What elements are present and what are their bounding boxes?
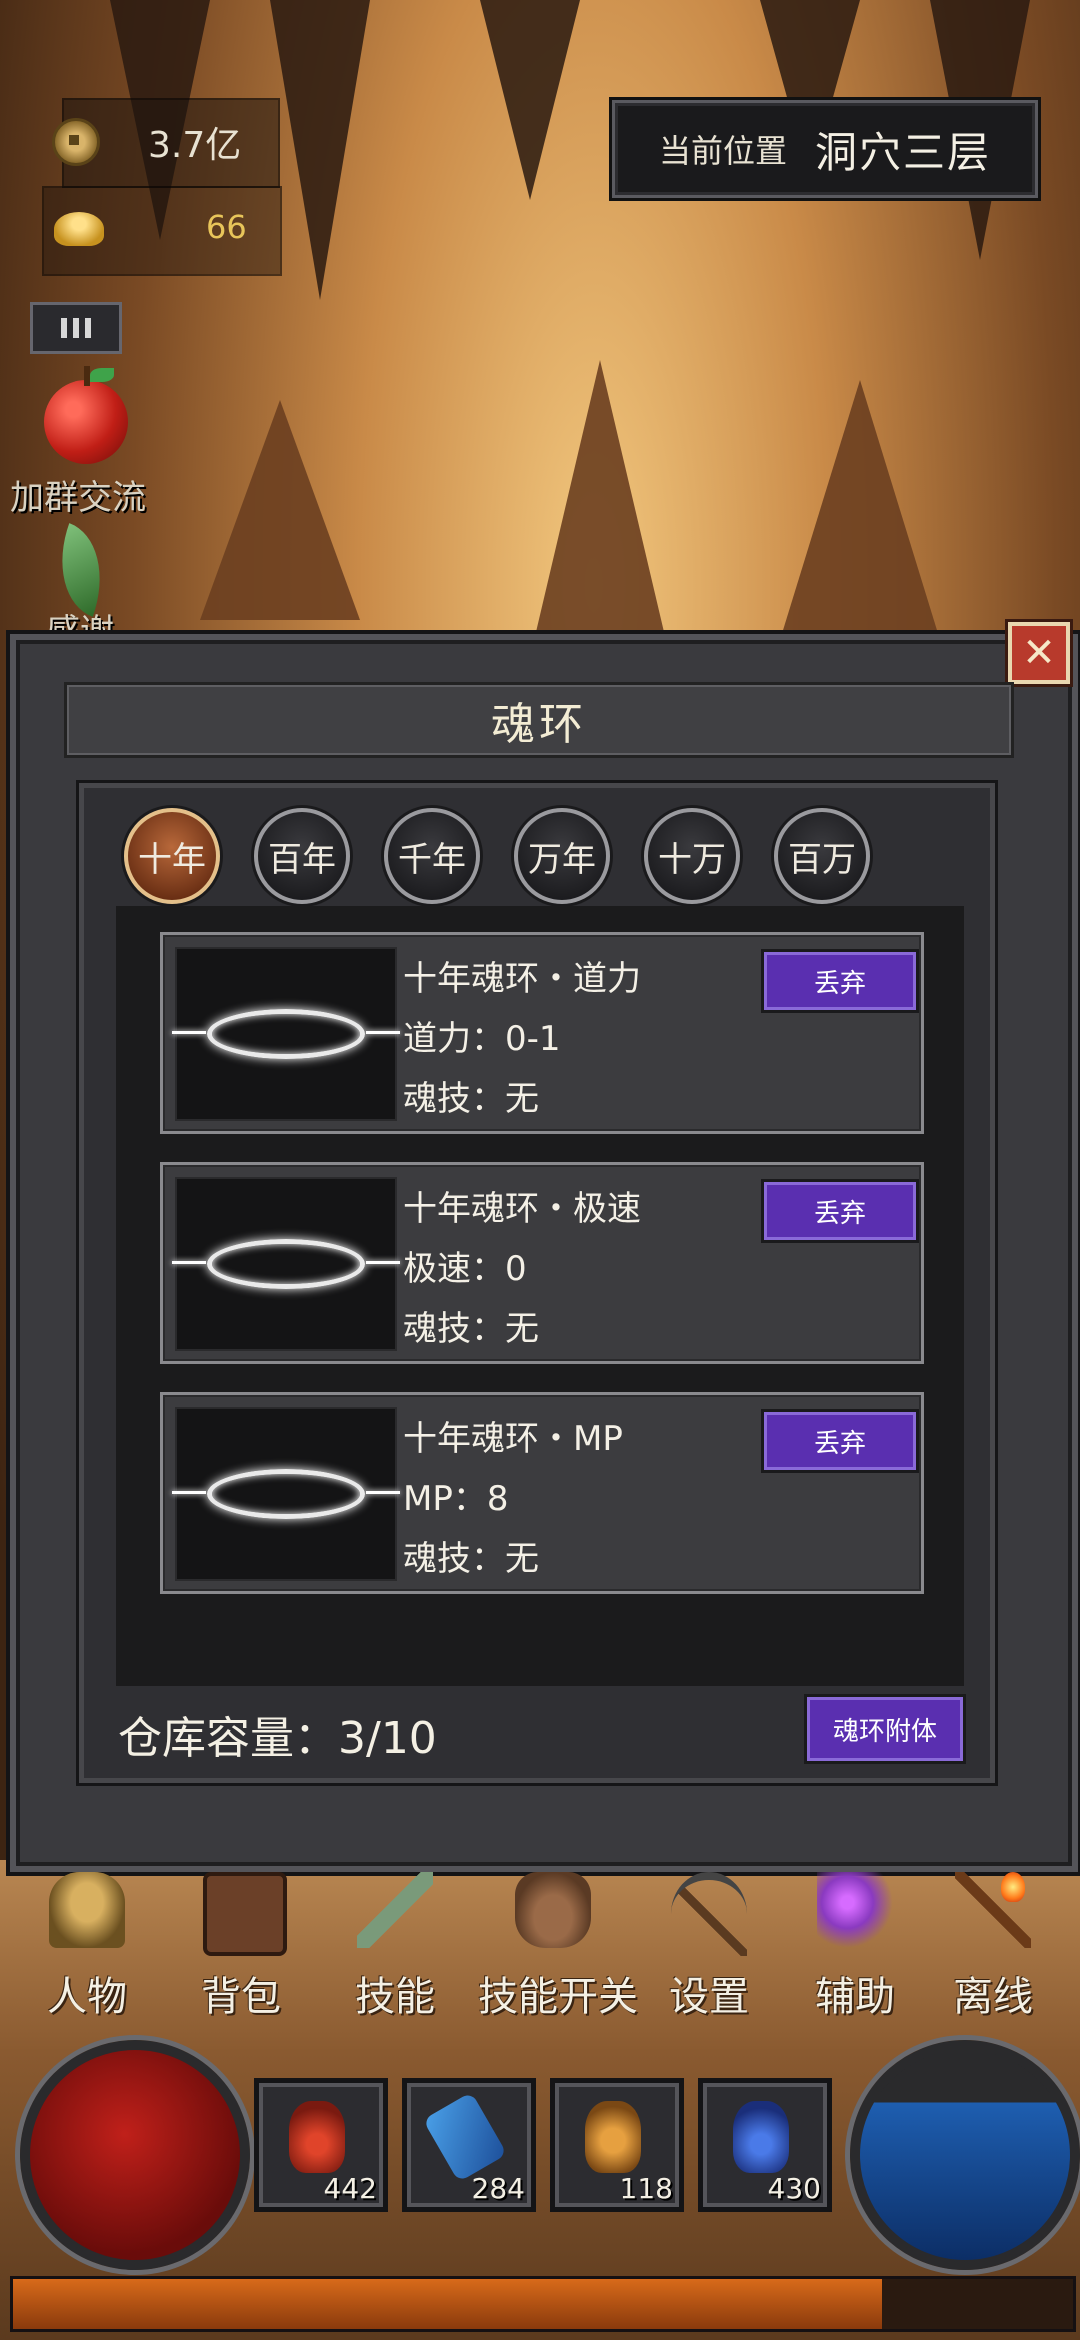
location-value: 洞穴三层 [815, 127, 992, 177]
panel-title: 魂环 [64, 682, 1014, 758]
tab-ten-years[interactable]: 十年 [124, 808, 220, 904]
discard-button[interactable]: 丢弃 [761, 949, 919, 1013]
slot-count: 430 [767, 2172, 821, 2205]
nav-skills[interactable]: 技能 [320, 1868, 470, 2020]
nav-label: 技能开关 [478, 1974, 638, 2020]
quick-slot[interactable]: 284 [402, 2078, 536, 2212]
glove-icon [515, 1872, 591, 1948]
location-display: 当前位置 洞穴三层 [612, 100, 1038, 198]
location-label: 当前位置 [658, 132, 787, 170]
slot-count: 284 [471, 2172, 525, 2205]
magic-hand-icon [817, 1872, 893, 1948]
discard-button[interactable]: 丢弃 [761, 1409, 919, 1473]
red-potion-icon [289, 2101, 345, 2173]
nav-offline[interactable]: 离线 [918, 1868, 1068, 2020]
coin-icon [52, 118, 100, 166]
chest-icon [203, 1872, 287, 1956]
ring-skill: 魂技：无 [403, 1539, 539, 1579]
nav-character[interactable]: 人物 [12, 1868, 162, 2020]
nav-label: 设置 [669, 1974, 749, 2020]
ring-title: 十年魂环・极速 [403, 1189, 641, 1229]
quick-slot[interactable]: 442 [254, 2078, 388, 2212]
ring-image [172, 947, 400, 1121]
menu-bar-icon [61, 318, 67, 338]
close-button[interactable]: ✕ [1008, 622, 1070, 684]
nav-label: 离线 [953, 1974, 1033, 2020]
nav-label: 技能 [355, 1974, 435, 2020]
axe-icon [357, 1872, 433, 1948]
gold-amount: 66 [206, 208, 247, 246]
quick-slot[interactable]: 430 [698, 2078, 832, 2212]
slot-count: 442 [323, 2172, 377, 2205]
hp-orb [20, 2040, 250, 2270]
copper-amount: 3.7亿 [148, 125, 242, 166]
nav-skill-toggle[interactable]: 技能开关 [478, 1868, 638, 2020]
tab-hundred-thousand-years[interactable]: 十万 [644, 808, 740, 904]
nav-label: 背包 [201, 1974, 281, 2020]
slot-count: 118 [619, 2172, 673, 2205]
nav-backpack[interactable]: 背包 [166, 1868, 316, 2020]
ring-skill: 魂技：无 [403, 1309, 539, 1349]
menu-bar-icon [73, 318, 79, 338]
soul-ring-icon [172, 1009, 400, 1059]
gold-flask-icon [585, 2101, 641, 2173]
ring-title: 十年魂环・MP [403, 1419, 623, 1459]
close-icon: ✕ [1022, 630, 1056, 676]
rock-spire [200, 400, 360, 620]
ring-card: 十年魂环・极速 极速：0 魂技：无 丢弃 [160, 1162, 924, 1364]
gold-ingot-icon [54, 212, 104, 246]
nav-assist[interactable]: 辅助 [780, 1868, 930, 2020]
nav-label: 辅助 [815, 1974, 895, 2020]
tab-thousand-years[interactable]: 千年 [384, 808, 480, 904]
tab-ten-thousand-years[interactable]: 万年 [514, 808, 610, 904]
experience-bar [10, 2276, 1076, 2332]
blue-potion-icon [733, 2101, 789, 2173]
torch-icon [955, 1872, 1031, 1948]
stalactite [270, 0, 370, 300]
menu-bar-icon [85, 318, 91, 338]
soul-ring-icon [172, 1239, 400, 1289]
helmet-icon [49, 1872, 125, 1948]
attach-soul-ring-button[interactable]: 魂环附体 [804, 1694, 966, 1764]
tab-million-years[interactable]: 百万 [774, 808, 870, 904]
nav-settings[interactable]: 设置 [634, 1868, 784, 2020]
rock-spire [780, 380, 940, 640]
tab-hundred-years[interactable]: 百年 [254, 808, 350, 904]
ring-skill: 魂技：无 [403, 1079, 539, 1119]
join-group-link[interactable]: 加群交流 [10, 470, 146, 519]
ring-stat: MP：8 [403, 1479, 509, 1519]
ring-stat: 道力：0-1 [403, 1019, 561, 1059]
ring-stat: 极速：0 [403, 1249, 527, 1289]
stalactite [480, 0, 580, 200]
ring-card: 十年魂环・道力 道力：0-1 魂技：无 丢弃 [160, 932, 924, 1134]
storage-capacity: 仓库容量：3/10 [118, 1713, 437, 1764]
apple-icon[interactable] [44, 366, 128, 464]
quick-slot[interactable]: 118 [550, 2078, 684, 2212]
discard-button[interactable]: 丢弃 [761, 1179, 919, 1243]
mp-orb [850, 2040, 1080, 2270]
scroll-icon [422, 2091, 508, 2183]
menu-button[interactable] [30, 302, 122, 354]
ring-title: 十年魂环・道力 [403, 959, 641, 999]
soul-ring-icon [172, 1469, 400, 1519]
ring-image [172, 1177, 400, 1351]
nav-label: 人物 [47, 1974, 127, 2020]
experience-fill [13, 2279, 883, 2329]
pickaxe-icon [671, 1872, 747, 1956]
ring-image [172, 1407, 400, 1581]
ring-card: 十年魂环・MP MP：8 魂技：无 丢弃 [160, 1392, 924, 1594]
